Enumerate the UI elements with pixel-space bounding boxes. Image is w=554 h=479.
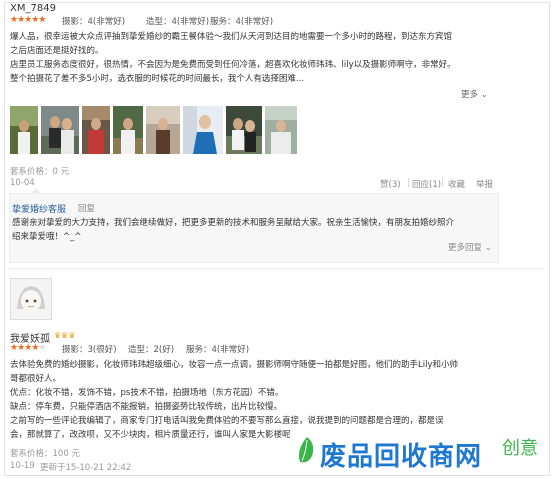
photo-image	[10, 106, 38, 154]
section-divider	[9, 268, 544, 269]
like-label[interactable]: 赞(3)	[380, 180, 401, 190]
star-icon: ★★★★★	[10, 15, 46, 25]
more-replies-label[interactable]: 更多回复	[448, 243, 482, 253]
review1-photo-5[interactable]	[146, 106, 180, 154]
review2-rating-photo: 摄影：3(很好)	[62, 345, 117, 355]
report-label[interactable]: 举报	[476, 180, 493, 190]
review1-rating-photo: 摄影：4(非常好)	[62, 17, 126, 27]
merchant-name[interactable]: 挚爱婚纱客服	[12, 202, 66, 215]
review2-line: 去体验免费的婚纱摄影，化妆师玮玮超级细心，妆容一点一点调，摄影师啊守随便一拍都是…	[10, 360, 458, 370]
reply-arrow	[30, 188, 42, 194]
photo-image	[265, 106, 297, 154]
merchant-reply-line: 绍来挚爱哦！^_^	[12, 232, 82, 242]
photo-image	[113, 106, 143, 154]
photo-image	[41, 106, 79, 154]
merchant-reply-label[interactable]: 回复	[78, 204, 95, 214]
chevron-down-icon[interactable]: ⌄	[481, 90, 488, 100]
review1-photo-6[interactable]	[183, 106, 223, 154]
review2-line: 之前写的一些评论我编辑了，商家专门打电话叫我免费体验的不要写那么直接，说我提到的…	[10, 416, 444, 426]
review1-text: 爆人品，很幸运被大众点评抽到挚爱婚纱的霸王餐体验～我们从天河到达目的地需要一个多…	[10, 30, 546, 86]
favorite-button[interactable]: 收藏	[448, 178, 465, 190]
review1-photo-2[interactable]	[41, 106, 79, 154]
member-level-icon: ♛♛♛	[54, 331, 76, 340]
leaf-logo-icon	[298, 437, 314, 463]
reply-label[interactable]: 回应(1)	[412, 180, 441, 190]
avatar-image	[11, 279, 51, 319]
report-button[interactable]: 举报	[476, 178, 493, 190]
review2-line: 优点：化妆不错，发饰不错，ps技术不错，拍摄场地（东方花园）不错。	[10, 388, 284, 398]
star-icon: ★★★★	[10, 343, 39, 353]
photo-image	[226, 106, 262, 154]
review1-date: 10-04	[10, 178, 35, 188]
review1-photo-7[interactable]	[226, 106, 262, 154]
favorite-label[interactable]: 收藏	[448, 180, 465, 190]
review1-photo-4[interactable]	[113, 106, 143, 154]
review1-overall-stars: ★★★★★	[10, 15, 46, 25]
review1-rating-service: 服务：4(非常好)	[210, 17, 274, 27]
more-replies-link[interactable]: 更多回复 ⌄	[448, 241, 492, 253]
divider: |	[441, 178, 444, 188]
review1-line: 之后店面还是挺好找的。	[10, 46, 104, 56]
watermark-text: 废品回收商网	[320, 442, 483, 472]
reply-count-button[interactable]: 回应(1)	[412, 178, 441, 190]
review1-rating-style: 造型：4(非常好)	[146, 17, 210, 27]
review2-date: 10-19	[10, 461, 35, 471]
more-label[interactable]: 更多	[461, 90, 478, 100]
chevron-down-icon[interactable]: ⌄	[485, 243, 492, 253]
review1-photo-8[interactable]	[265, 106, 297, 154]
photo-image	[183, 106, 223, 154]
review1-line: 爆人品，很幸运被大众点评抽到挚爱婚纱的霸王餐体验～我们从天河到达目的地需要一个多…	[10, 32, 453, 42]
merchant-reply-text: 感谢亲对挚爱的大力支持，我们会继续做好，把更多更新的技术和服务呈献给大家。祝亲生…	[12, 216, 496, 244]
review2-price: 套系价格：100 元	[10, 449, 80, 459]
review1-username[interactable]: XM_7849	[10, 3, 56, 14]
review2-rating-service: 服务：4(非常好)	[186, 345, 250, 355]
merchant-reply-button[interactable]: 回复	[78, 202, 95, 214]
photo-image	[146, 106, 180, 154]
divider: |	[407, 178, 410, 188]
avatar[interactable]	[10, 278, 52, 320]
review1-photo-1[interactable]	[10, 106, 38, 154]
review2-rating-style: 造型：2(好)	[128, 345, 175, 355]
star-empty-icon: ★	[38, 343, 46, 353]
review1-line: 店里员工服务态度很好，很热情，不会因为是免费而受到任何冷落，超喜欢化妆师玮玮、l…	[10, 60, 456, 70]
watermark: 废品回收商网 创意	[296, 430, 546, 472]
merchant-reply-line: 感谢亲对挚爱的大力支持，我们会继续做好，把更多更新的技术和服务呈献给大家。祝亲生…	[12, 218, 455, 228]
like-button[interactable]: 赞(3)	[380, 178, 401, 190]
review2-line: 哥都很好人。	[10, 374, 62, 384]
review1-photo-3[interactable]	[82, 106, 110, 154]
review2-overall-stars: ★★★★★	[10, 343, 46, 353]
watermark-tagline: 创意	[502, 438, 538, 459]
review1-line: 整个拍摄花了差不多5小时，选衣服的时候花的时间最长，我个人有选择困难...	[10, 74, 305, 84]
review2-edited: 更新于15-10-21 22:42	[40, 463, 132, 473]
review2-line: 缺点：停车费，只能停酒店不能报销，拍摄姿势比较传统，出片比较慢。	[10, 402, 283, 412]
photo-image	[82, 106, 110, 154]
review1-price: 套系价格：0 元	[10, 167, 70, 177]
review1-more-link[interactable]: 更多 ⌄	[461, 88, 488, 100]
